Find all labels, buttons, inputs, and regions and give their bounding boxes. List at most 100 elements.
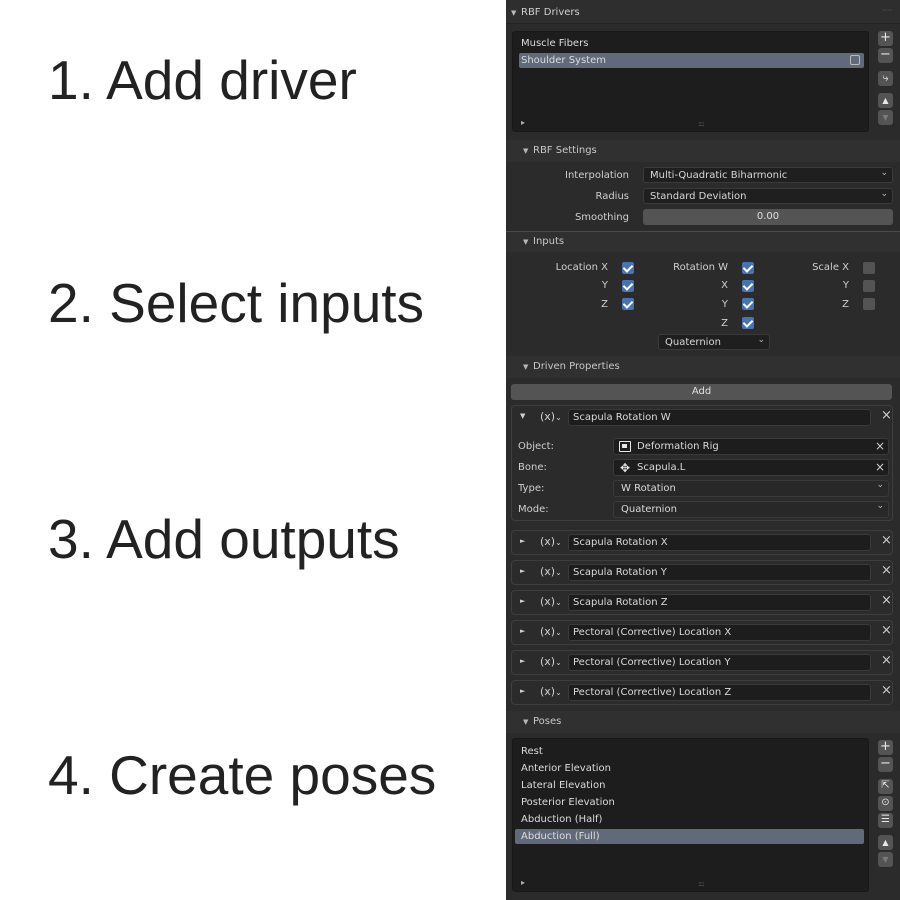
- fx-dropdown[interactable]: (x)⌄: [540, 595, 562, 608]
- scale-y-label: Y: [842, 280, 849, 291]
- rbf-drivers-header[interactable]: ▼ RBF Drivers ····: [506, 0, 900, 24]
- fx-dropdown[interactable]: (x)⌄: [540, 625, 562, 638]
- driven-name-field[interactable]: Scapula Rotation X: [568, 534, 871, 551]
- move-down-button[interactable]: ▼: [878, 110, 893, 125]
- fx-dropdown[interactable]: (x)⌄: [540, 410, 562, 423]
- close-icon[interactable]: ×: [881, 653, 892, 668]
- location-z-checkbox[interactable]: [622, 298, 634, 310]
- chevron-down-icon: ⌄: [757, 335, 765, 345]
- list-item[interactable]: Muscle Fibers: [519, 36, 862, 51]
- pose-settings-icon[interactable]: ☰: [878, 813, 893, 828]
- chevron-down-icon: ⌄: [555, 538, 562, 547]
- expand-triangle-icon[interactable]: ►: [520, 627, 525, 635]
- expand-triangle-icon[interactable]: ►: [520, 657, 525, 665]
- driven-property-collapsed: ► (x)⌄ Pectoral (Corrective) Location Y …: [511, 650, 893, 675]
- smoothing-field[interactable]: 0.00: [643, 209, 893, 225]
- chevron-down-icon: ⌄: [555, 598, 562, 607]
- rotation-x-checkbox[interactable]: [742, 280, 754, 292]
- list-item[interactable]: Rest: [519, 744, 862, 759]
- inputs-header[interactable]: ▼ Inputs: [506, 232, 900, 252]
- scale-y-checkbox[interactable]: [863, 280, 875, 292]
- driven-property-collapsed: ► (x)⌄ Scapula Rotation X ×: [511, 530, 893, 555]
- object-field[interactable]: Deformation Rig ×: [613, 438, 889, 455]
- radius-dropdown[interactable]: Standard Deviation ⌄: [643, 188, 893, 204]
- list-item-selected[interactable]: Shoulder System: [519, 53, 864, 68]
- close-icon[interactable]: ×: [881, 408, 892, 423]
- bone-field[interactable]: ✥ Scapula.L ×: [613, 459, 889, 476]
- expand-triangle-icon[interactable]: ►: [520, 537, 525, 545]
- list-item-selected[interactable]: Abduction (Full): [515, 829, 864, 844]
- rotation-x-label: X: [721, 280, 728, 291]
- list-item[interactable]: Lateral Elevation: [519, 778, 862, 793]
- driven-name-field[interactable]: Scapula Rotation Y: [568, 564, 871, 581]
- fx-dropdown[interactable]: (x)⌄: [540, 565, 562, 578]
- clear-icon[interactable]: ×: [875, 460, 885, 474]
- location-y-checkbox[interactable]: [622, 280, 634, 292]
- list-item[interactable]: Abduction (Half): [519, 812, 862, 827]
- expand-triangle-icon[interactable]: ►: [520, 687, 525, 695]
- add-pose-button[interactable]: +: [878, 740, 893, 755]
- mode-dropdown[interactable]: Quaternion ⌄: [613, 501, 889, 518]
- panel-menu-dots-icon[interactable]: ····: [882, 6, 892, 15]
- rotation-z-checkbox[interactable]: [742, 317, 754, 329]
- driven-name-field[interactable]: Pectoral (Corrective) Location Y: [568, 654, 871, 671]
- move-up-button[interactable]: ▲: [878, 93, 893, 108]
- expand-triangle-icon[interactable]: ▸: [521, 118, 525, 127]
- select-pose-icon[interactable]: ⇱: [878, 779, 893, 794]
- list-item[interactable]: Posterior Elevation: [519, 795, 862, 810]
- close-icon[interactable]: ×: [881, 563, 892, 578]
- clear-icon[interactable]: ×: [875, 439, 885, 453]
- chevron-down-icon: ⌄: [876, 480, 884, 490]
- close-icon[interactable]: ×: [881, 623, 892, 638]
- driven-name-field[interactable]: Pectoral (Corrective) Location Z: [568, 684, 871, 701]
- resize-grip[interactable]: ::::: [698, 120, 705, 128]
- drivers-list[interactable]: Muscle Fibers Shoulder System ▸ ::::: [512, 31, 869, 132]
- close-icon[interactable]: ×: [881, 683, 892, 698]
- fx-dropdown[interactable]: (x)⌄: [540, 655, 562, 668]
- collapse-triangle-icon[interactable]: ▼: [520, 412, 525, 420]
- scale-x-checkbox[interactable]: [863, 262, 875, 274]
- rotation-w-label: Rotation W: [673, 262, 728, 273]
- move-down-button[interactable]: ▼: [878, 852, 893, 867]
- rbf-settings-header[interactable]: ▼ RBF Settings: [506, 140, 900, 162]
- collapse-triangle-icon: ▼: [523, 363, 529, 371]
- expand-triangle-icon[interactable]: ▸: [521, 878, 525, 887]
- driven-name-field[interactable]: Scapula Rotation Z: [568, 594, 871, 611]
- move-up-button[interactable]: ▲: [878, 835, 893, 850]
- fx-dropdown[interactable]: (x)⌄: [540, 685, 562, 698]
- rotation-mode-dropdown[interactable]: Quaternion ⌄: [658, 334, 770, 350]
- view-pose-icon[interactable]: ⊙: [878, 796, 893, 811]
- radius-label: Radius: [595, 191, 629, 202]
- scale-z-checkbox[interactable]: [863, 298, 875, 310]
- interpolation-dropdown[interactable]: Multi-Quadratic Biharmonic ⌄: [643, 167, 893, 183]
- rotation-w-checkbox[interactable]: [742, 262, 754, 274]
- remove-driver-button[interactable]: −: [878, 48, 893, 63]
- add-driver-button[interactable]: +: [878, 31, 893, 46]
- close-icon[interactable]: ×: [881, 533, 892, 548]
- rotation-z-label: Z: [721, 318, 728, 329]
- type-dropdown[interactable]: W Rotation ⌄: [613, 480, 889, 497]
- poses-header[interactable]: ▼ Poses: [506, 711, 900, 733]
- poses-list[interactable]: Rest Anterior Elevation Lateral Elevatio…: [512, 738, 869, 892]
- remove-pose-button[interactable]: −: [878, 757, 893, 772]
- add-driven-property-button[interactable]: Add: [511, 384, 892, 400]
- rbf-drivers-panel: ▼ RBF Drivers ···· Muscle Fibers Shoulder…: [506, 0, 900, 900]
- expand-triangle-icon[interactable]: ►: [520, 597, 525, 605]
- chevron-down-icon: ⌄: [555, 658, 562, 667]
- expand-triangle-icon[interactable]: ►: [520, 567, 525, 575]
- driven-name-field[interactable]: Scapula Rotation W: [568, 409, 871, 426]
- resize-grip[interactable]: ::::: [698, 880, 705, 888]
- fx-dropdown[interactable]: (x)⌄: [540, 535, 562, 548]
- driven-name-field[interactable]: Pectoral (Corrective) Location X: [568, 624, 871, 641]
- step-4-label: 4. Create poses: [48, 744, 437, 806]
- collapse-triangle-icon: ▼: [511, 9, 517, 17]
- list-item[interactable]: Anterior Elevation: [519, 761, 862, 776]
- rotation-y-checkbox[interactable]: [742, 298, 754, 310]
- close-icon[interactable]: ×: [881, 593, 892, 608]
- enable-checkbox[interactable]: [850, 55, 860, 65]
- location-x-checkbox[interactable]: [622, 262, 634, 274]
- driven-property-collapsed: ► (x)⌄ Pectoral (Corrective) Location X …: [511, 620, 893, 645]
- driven-properties-header[interactable]: ▼ Driven Properties: [506, 356, 900, 378]
- specials-menu-icon[interactable]: ⤷: [878, 71, 893, 86]
- driven-property-collapsed: ► (x)⌄ Pectoral (Corrective) Location Z …: [511, 680, 893, 705]
